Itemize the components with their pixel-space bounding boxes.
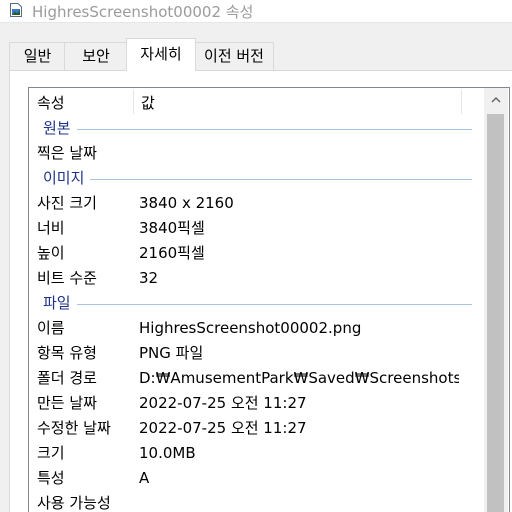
property-value: A xyxy=(139,469,150,487)
group-header-origin: 원본 xyxy=(29,116,484,141)
property-name: 너비 xyxy=(37,219,65,237)
group-title: 파일 xyxy=(43,291,77,316)
vertical-scrollbar[interactable] xyxy=(484,88,508,512)
property-value: 32 xyxy=(139,269,159,287)
column-header-property[interactable]: 속성 xyxy=(29,88,133,116)
property-value: 10.0MB xyxy=(139,444,196,462)
property-value: 2160픽셀 xyxy=(139,244,205,262)
list-item[interactable]: 크기 10.0MB xyxy=(29,441,484,466)
list-item[interactable]: 사용 가능성 xyxy=(29,491,484,512)
property-value: D:₩AmusementPark₩Saved₩Screenshots₩Wi... xyxy=(139,369,459,387)
title-bar: HighresScreenshot00002 속성 xyxy=(0,0,512,23)
scrollbar-thumb[interactable] xyxy=(487,114,504,512)
list-item[interactable]: 특성 A xyxy=(29,466,484,491)
group-header-image: 이미지 xyxy=(29,166,484,191)
list-item[interactable]: 수정한 날짜 2022-07-25 오전 11:27 xyxy=(29,416,484,441)
list-item[interactable]: 높이 2160픽셀 xyxy=(29,241,484,266)
list-item[interactable]: 폴더 경로 D:₩AmusementPark₩Saved₩Screenshots… xyxy=(29,366,484,391)
list-item[interactable]: 사진 크기 3840 x 2160 xyxy=(29,191,484,216)
property-value: HighresScreenshot00002.png xyxy=(139,319,362,337)
property-name: 폴더 경로 xyxy=(37,369,97,387)
tab-details[interactable]: 자세히 xyxy=(126,38,196,71)
property-name: 크기 xyxy=(37,444,65,462)
list-item[interactable]: 찍은 날짜 xyxy=(29,141,484,166)
group-title: 이미지 xyxy=(43,166,91,191)
image-file-icon xyxy=(10,3,22,17)
tab-security[interactable]: 보안 xyxy=(64,42,128,70)
group-header-file: 파일 xyxy=(29,291,484,316)
tab-general[interactable]: 일반 xyxy=(9,42,66,70)
list-item[interactable]: 비트 수준 32 xyxy=(29,266,484,291)
column-header-value[interactable]: 값 xyxy=(133,88,461,116)
property-name: 사진 크기 xyxy=(37,194,97,212)
tab-strip: 일반 보안 자세히 이전 버전 xyxy=(0,38,512,71)
properties-list[interactable]: 속성 값 원본 찍은 날짜 이미지 사진 크기 3840 x 2160 너비 3… xyxy=(28,87,510,512)
property-value: 2022-07-25 오전 11:27 xyxy=(139,419,307,437)
list-item[interactable]: 이름 HighresScreenshot00002.png xyxy=(29,316,484,341)
property-name: 특성 xyxy=(37,469,65,487)
list-header: 속성 값 xyxy=(29,88,484,116)
property-value: 2022-07-25 오전 11:27 xyxy=(139,394,307,412)
list-item[interactable]: 항목 유형 PNG 파일 xyxy=(29,341,484,366)
property-value: PNG 파일 xyxy=(139,344,204,362)
chevron-up-icon[interactable] xyxy=(484,88,508,110)
property-name: 사용 가능성 xyxy=(37,494,111,512)
properties-window: HighresScreenshot00002 속성 일반 보안 자세히 이전 버… xyxy=(0,0,512,512)
property-name: 수정한 날짜 xyxy=(37,419,111,437)
group-title: 원본 xyxy=(43,116,77,141)
property-value: 3840픽셀 xyxy=(139,219,205,237)
column-divider[interactable] xyxy=(461,90,462,114)
property-name: 항목 유형 xyxy=(37,344,97,362)
window-title: HighresScreenshot00002 속성 xyxy=(32,3,254,21)
property-name: 이름 xyxy=(37,319,65,337)
property-value: 3840 x 2160 xyxy=(139,194,234,212)
property-name: 만든 날짜 xyxy=(37,394,97,412)
list-body: 원본 찍은 날짜 이미지 사진 크기 3840 x 2160 너비 3840픽셀… xyxy=(29,116,484,512)
property-name: 높이 xyxy=(37,244,65,262)
property-name: 찍은 날짜 xyxy=(37,144,97,162)
list-item[interactable]: 만든 날짜 2022-07-25 오전 11:27 xyxy=(29,391,484,416)
tab-previous-versions[interactable]: 이전 버전 xyxy=(194,42,274,70)
property-name: 비트 수준 xyxy=(37,269,97,287)
list-item[interactable]: 너비 3840픽셀 xyxy=(29,216,484,241)
